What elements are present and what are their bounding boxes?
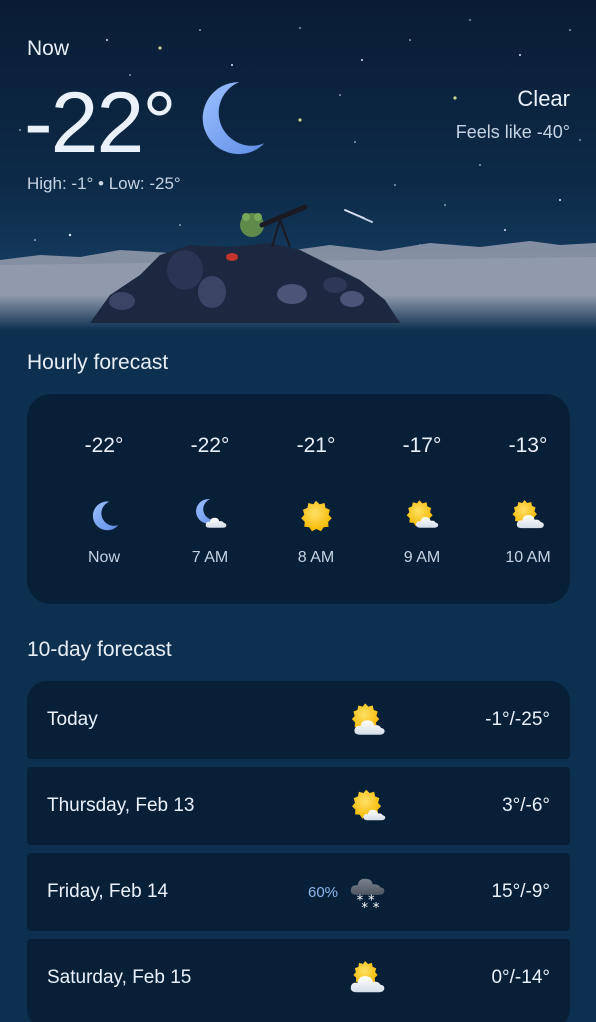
night-landscape-illustration bbox=[0, 204, 596, 330]
hourly-time: 8 AM bbox=[297, 549, 335, 566]
sun-cloud-icon bbox=[351, 789, 386, 821]
now-label: Now bbox=[27, 37, 70, 60]
daily-row[interactable]: Today -1°/-25° bbox=[27, 681, 570, 759]
hourly-time: 9 AM bbox=[403, 549, 441, 566]
sun-cloud-icon bbox=[351, 703, 385, 735]
daily-row[interactable]: Thursday, Feb 13 3°/-6° bbox=[27, 767, 570, 845]
sun-cloud-icon bbox=[406, 500, 439, 528]
daily-temps: 3°/-6° bbox=[502, 795, 550, 816]
sun-cloud-icon bbox=[512, 500, 544, 529]
current-conditions-hero: Now -22° High: -1° • Low: -25° Clear Fee… bbox=[0, 0, 596, 330]
moon-cloud-icon bbox=[196, 499, 227, 528]
daily-day: Thursday, Feb 13 bbox=[47, 795, 195, 816]
hourly-temp: -21° bbox=[296, 434, 336, 457]
current-temperature: -22° bbox=[24, 75, 177, 171]
daily-row[interactable]: Saturday, Feb 15 0°/-14° bbox=[27, 939, 570, 1022]
condition-label: Clear bbox=[517, 86, 570, 111]
sun-icon bbox=[298, 498, 334, 534]
hourly-forecast-title: Hourly forecast bbox=[27, 351, 169, 374]
hourly-forecast-card[interactable]: -22° Now -22° 7 AM -21° 8 AM -17° 9 AM -… bbox=[27, 394, 570, 604]
sun-cloud-icon bbox=[350, 961, 385, 993]
daily-temps: 0°/-14° bbox=[491, 967, 550, 988]
moon-icon bbox=[86, 498, 122, 534]
daily-day: Today bbox=[47, 709, 98, 730]
hourly-item[interactable]: -22° Now bbox=[59, 394, 149, 604]
daily-day: Friday, Feb 14 bbox=[47, 881, 169, 902]
high-low-temperature: High: -1° • Low: -25° bbox=[27, 174, 181, 193]
daily-temps: -1°/-25° bbox=[485, 709, 550, 730]
svg-text:*: * bbox=[373, 901, 380, 911]
hourly-time: Now bbox=[87, 549, 120, 566]
feels-like-label: Feels like -40° bbox=[455, 122, 570, 142]
hourly-temp: -13° bbox=[508, 434, 548, 457]
hourly-time: 10 AM bbox=[505, 549, 551, 566]
precipitation-chance: 60% bbox=[308, 884, 339, 901]
daily-row[interactable]: Friday, Feb 14 60% * * * * 15°/-9° bbox=[27, 853, 570, 931]
moon-icon bbox=[202, 82, 265, 155]
hourly-temp: -22° bbox=[84, 434, 124, 457]
hourly-temp: -17° bbox=[402, 434, 442, 457]
ten-day-forecast-title: 10-day forecast bbox=[27, 638, 172, 661]
hourly-time: 7 AM bbox=[191, 549, 229, 566]
daily-day: Saturday, Feb 15 bbox=[47, 967, 192, 988]
hourly-item[interactable]: -21° 8 AM bbox=[271, 394, 361, 604]
daily-temps: 15°/-9° bbox=[491, 881, 550, 902]
hourly-item[interactable]: -17° 9 AM bbox=[377, 394, 467, 604]
svg-text:*: * bbox=[361, 901, 368, 911]
hourly-item[interactable]: -22° 7 AM bbox=[165, 394, 255, 604]
hourly-temp: -22° bbox=[190, 434, 230, 457]
hourly-item[interactable]: -13° 10 AM bbox=[483, 394, 573, 604]
cloud-snow-icon: * * * * bbox=[350, 878, 385, 911]
